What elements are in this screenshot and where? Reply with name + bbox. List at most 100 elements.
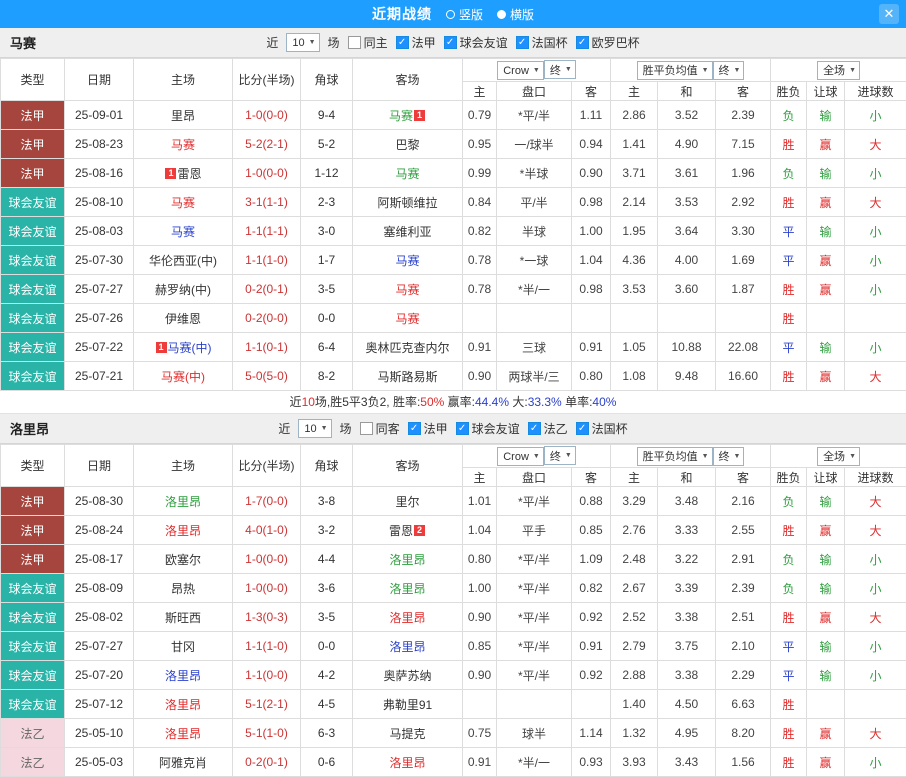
avg-draw: 3.43 <box>658 748 716 777</box>
match-count-select[interactable]: 10▼ <box>286 33 319 52</box>
checkbox-icon: ✓ <box>528 422 541 435</box>
handicap: *半/一 <box>497 275 572 304</box>
goals-result: 小 <box>845 275 906 304</box>
home-team-cell: 洛里昂 <box>134 719 233 748</box>
match-date: 25-09-01 <box>65 101 134 130</box>
goals-result <box>845 690 906 719</box>
away-team-cell: 洛里昂 <box>353 603 463 632</box>
home-team: 洛里昂 <box>165 495 201 509</box>
sub-header: 胜负 <box>771 468 807 487</box>
match-row: 法乙25-05-10洛里昂5-1(1-0)6-3马提克0.75球半1.141.3… <box>1 719 906 748</box>
final-select[interactable]: 终▼ <box>544 446 576 465</box>
filter-checkbox-球会友谊[interactable]: ✓球会友谊 <box>444 34 508 51</box>
near-label: 近 <box>266 34 278 51</box>
col-header: 日期 <box>65 445 134 487</box>
crow-select[interactable]: Crow▼ <box>497 447 544 466</box>
filter-checkbox-球会友谊[interactable]: ✓球会友谊 <box>456 420 520 437</box>
odds-away: 0.91 <box>572 632 611 661</box>
avg-home: 1.05 <box>611 333 658 362</box>
away-team: 洛里昂 <box>389 640 425 654</box>
final-select[interactable]: 终▼ <box>544 60 576 79</box>
score: 1-0(0-0) <box>233 574 301 603</box>
filter-checkbox-法甲[interactable]: ✓法甲 <box>408 420 448 437</box>
away-team: 马赛 <box>395 167 419 181</box>
home-team-cell: 马赛 <box>134 217 233 246</box>
final-select-2[interactable]: 终▼ <box>713 61 745 80</box>
away-team-cell: 马赛 <box>353 246 463 275</box>
avg-home: 2.76 <box>611 516 658 545</box>
avg-away: 2.10 <box>716 632 771 661</box>
corners: 4-4 <box>301 545 353 574</box>
match-type: 球会友谊 <box>1 690 65 719</box>
avg-select[interactable]: 胜平负均值▼ <box>637 61 713 80</box>
home-team-cell: 洛里昂 <box>134 690 233 719</box>
final-select-2[interactable]: 终▼ <box>713 447 745 466</box>
layout-radio-vertical[interactable]: 竖版 <box>446 6 483 23</box>
away-team: 马赛 <box>389 109 413 123</box>
crow-select-value: Crow <box>503 65 529 77</box>
filter-checkbox-法乙[interactable]: ✓法乙 <box>528 420 568 437</box>
match-date: 25-08-10 <box>65 188 134 217</box>
checkbox-icon: ✓ <box>408 422 421 435</box>
col-header: 日期 <box>65 59 134 101</box>
checkbox-label: 欧罗巴杯 <box>592 34 640 51</box>
match-type: 球会友谊 <box>1 574 65 603</box>
match-row: 球会友谊25-07-26伊维恩0-2(0-0)0-0马赛胜 <box>1 304 906 333</box>
close-icon[interactable]: ✕ <box>879 4 899 24</box>
avg-home: 3.93 <box>611 748 658 777</box>
filter-checkbox-法甲[interactable]: ✓法甲 <box>396 34 436 51</box>
handicap: 三球 <box>497 333 572 362</box>
filter-checkbox-同客[interactable]: 同客 <box>360 420 400 437</box>
crow-select[interactable]: Crow▼ <box>497 61 544 80</box>
summary-part: 单率: <box>562 395 593 409</box>
away-team-cell: 洛里昂 <box>353 748 463 777</box>
match-date: 25-05-10 <box>65 719 134 748</box>
fulltime-select[interactable]: 全场▼ <box>817 61 860 80</box>
avg-home <box>611 304 658 333</box>
checkbox-label: 球会友谊 <box>472 420 520 437</box>
match-row: 球会友谊25-08-09昂热1-0(0-0)3-6洛里昂1.00*平/半0.82… <box>1 574 906 603</box>
filter-checkbox-法国杯[interactable]: ✓法国杯 <box>516 34 568 51</box>
away-team: 奥林匹克查内尔 <box>365 341 449 355</box>
chevron-down-icon: ▼ <box>702 453 709 460</box>
fulltime-select-value: 全场 <box>823 448 845 464</box>
filter-checkbox-法国杯[interactable]: ✓法国杯 <box>576 420 628 437</box>
result: 胜 <box>771 275 807 304</box>
odds-home: 1.01 <box>463 487 497 516</box>
filter-checkbox-欧罗巴杯[interactable]: ✓欧罗巴杯 <box>576 34 640 51</box>
away-team-cell: 巴黎 <box>353 130 463 159</box>
checkbox-icon: ✓ <box>516 36 529 49</box>
avg-home: 2.88 <box>611 661 658 690</box>
filter-checkbox-同主[interactable]: 同主 <box>348 34 388 51</box>
away-team: 阿斯顿维拉 <box>377 196 437 210</box>
result: 平 <box>771 333 807 362</box>
match-date: 25-07-26 <box>65 304 134 333</box>
odds-home: 1.04 <box>463 516 497 545</box>
goals-result <box>845 304 906 333</box>
fulltime-select[interactable]: 全场▼ <box>817 447 860 466</box>
match-date: 25-07-30 <box>65 246 134 275</box>
match-date: 25-08-02 <box>65 603 134 632</box>
odds-away <box>572 690 611 719</box>
away-team: 弗勒里91 <box>383 698 432 712</box>
result: 负 <box>771 574 807 603</box>
avg-draw: 9.48 <box>658 362 716 391</box>
match-date: 25-07-27 <box>65 632 134 661</box>
avg-away: 22.08 <box>716 333 771 362</box>
match-count-select[interactable]: 10▼ <box>298 419 331 438</box>
final-select-2-value: 终 <box>719 62 730 78</box>
goals-result: 小 <box>845 333 906 362</box>
team-name: 马赛 <box>10 33 36 52</box>
match-type: 球会友谊 <box>1 275 65 304</box>
handicap-result: 赢 <box>807 275 845 304</box>
odds-home: 0.99 <box>463 159 497 188</box>
handicap-result: 赢 <box>807 362 845 391</box>
layout-radio-horizontal[interactable]: 横版 <box>497 6 534 23</box>
score: 1-0(0-0) <box>233 101 301 130</box>
avg-select[interactable]: 胜平负均值▼ <box>637 447 713 466</box>
odds-header-group: Crow▼终▼ <box>463 59 611 82</box>
match-date: 25-07-20 <box>65 661 134 690</box>
rank-badge: 1 <box>156 342 167 353</box>
home-team: 洛里昂 <box>165 524 201 538</box>
avg-draw: 3.33 <box>658 516 716 545</box>
